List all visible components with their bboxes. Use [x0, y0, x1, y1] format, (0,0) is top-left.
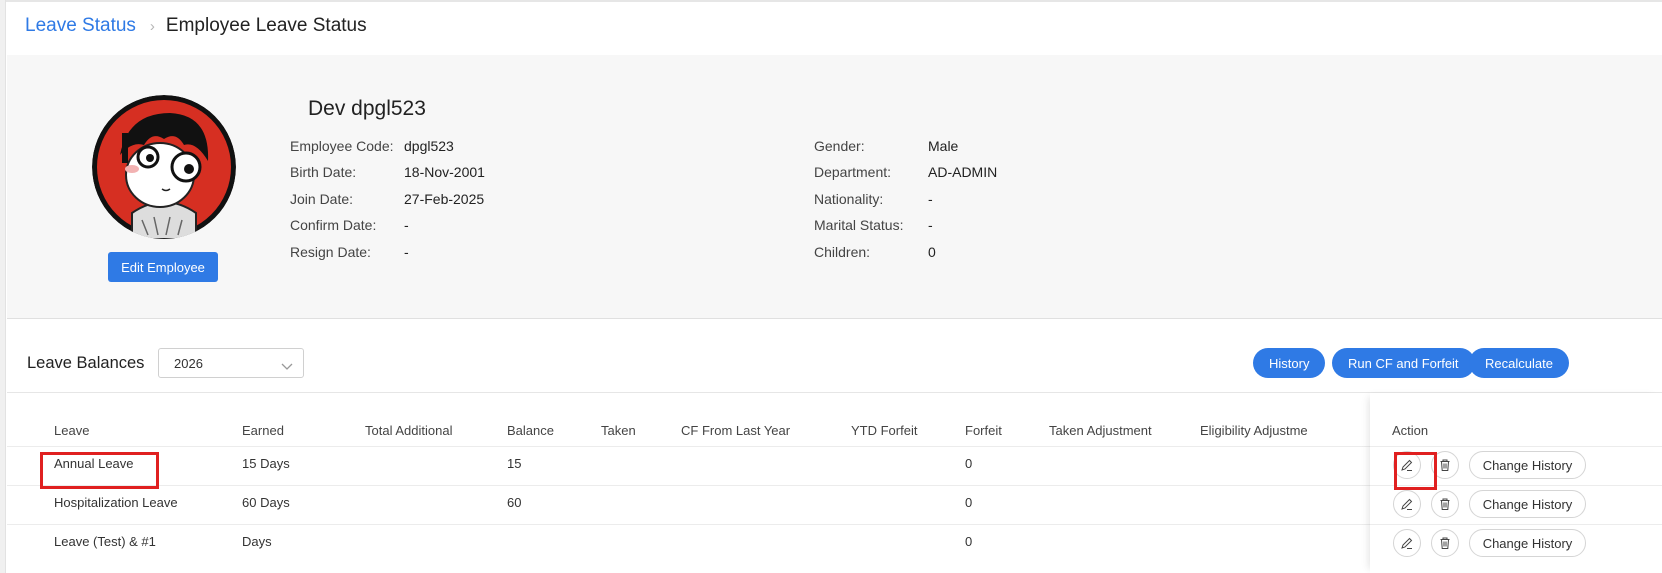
pencil-icon — [1401, 459, 1413, 471]
column-header-action: Action — [1392, 423, 1429, 438]
trash-icon — [1440, 459, 1450, 471]
employee-code-value: dpgl523 — [404, 138, 454, 154]
field-label: Children: — [814, 244, 871, 260]
children-value: 0 — [928, 244, 936, 260]
column-header-balance: Balance — [507, 423, 554, 438]
marital-status-value: - — [928, 217, 933, 233]
trash-icon — [1440, 498, 1450, 510]
employee-profile-panel: Edit Employee Dev dpgl523 Employee Code:… — [7, 55, 1662, 319]
forfeit-cell: 0 — [965, 495, 973, 510]
field-label: Confirm Date: — [290, 217, 377, 233]
field-label: Employee Code: — [290, 138, 394, 154]
change-history-button[interactable]: Change History — [1469, 529, 1586, 557]
breadcrumb-leave-status-link[interactable]: Leave Status — [25, 15, 136, 37]
field-label: Birth Date: — [290, 164, 357, 180]
breadcrumb: Leave Status › Employee Leave Status — [25, 14, 367, 38]
leave-name-cell: Annual Leave — [54, 456, 134, 471]
change-history-button[interactable]: Change History — [1469, 490, 1586, 518]
gender-value: Male — [928, 138, 959, 154]
pencil-icon — [1401, 537, 1413, 549]
action-column: Action Change History Change History Cha… — [1370, 393, 1662, 573]
edit-leave-button[interactable] — [1393, 490, 1421, 518]
employee-name: Dev dpgl523 — [308, 97, 426, 120]
leave-name-cell: Leave (Test) & #1 — [54, 534, 156, 549]
join-date-value: 27-Feb-2025 — [404, 191, 485, 207]
chevron-down-icon — [281, 358, 293, 376]
row-divider — [1370, 446, 1662, 447]
field-label: Gender: — [814, 138, 865, 154]
field-label: Nationality: — [814, 191, 884, 207]
window-top-edge — [0, 0, 1662, 2]
window-left-edge — [0, 0, 6, 573]
column-header-forfeit: Forfeit — [965, 423, 1002, 438]
earned-cell: 15 Days — [242, 456, 290, 471]
nationality-value: - — [928, 191, 933, 207]
edit-leave-button[interactable] — [1393, 451, 1421, 479]
earned-cell: 60 Days — [242, 495, 290, 510]
delete-leave-button[interactable] — [1431, 529, 1459, 557]
column-header-cf-from-last-year: CF From Last Year — [681, 423, 791, 438]
balance-cell: 15 — [507, 456, 522, 471]
avatar — [92, 95, 236, 239]
breadcrumb-separator: › — [149, 17, 155, 35]
balance-cell: 60 — [507, 495, 522, 510]
row-divider — [1370, 485, 1662, 486]
field-label: Marital Status: — [814, 217, 904, 233]
delete-leave-button[interactable] — [1431, 451, 1459, 479]
year-select-value: 2026 — [174, 356, 203, 371]
leave-name-cell: Hospitalization Leave — [54, 495, 178, 510]
column-header-taken: Taken — [601, 423, 636, 438]
row-divider — [1370, 524, 1662, 525]
field-label: Resign Date: — [290, 244, 371, 260]
resign-date-value: - — [404, 244, 409, 260]
birth-date-value: 18-Nov-2001 — [404, 164, 485, 180]
trash-icon — [1440, 537, 1450, 549]
run-cf-and-forfeit-button[interactable]: Run CF and Forfeit — [1332, 348, 1475, 378]
field-label: Department: — [814, 164, 892, 180]
column-header-eligibility-adjustment: Eligibility Adjustme — [1200, 423, 1308, 438]
edit-leave-button[interactable] — [1393, 529, 1421, 557]
page-title: Employee Leave Status — [165, 15, 367, 36]
column-header-earned: Earned — [242, 423, 284, 438]
forfeit-cell: 0 — [965, 534, 973, 549]
change-history-button[interactable]: Change History — [1469, 451, 1586, 479]
forfeit-cell: 0 — [965, 456, 973, 471]
column-header-total-additional: Total Additional — [365, 423, 453, 438]
department-value: AD-ADMIN — [928, 164, 998, 180]
delete-leave-button[interactable] — [1431, 490, 1459, 518]
earned-cell: Days — [242, 534, 272, 549]
confirm-date-value: - — [404, 217, 409, 233]
year-select[interactable]: 2026 — [158, 348, 304, 378]
leave-balances-section: Leave Balances 2026 History Run CF and F… — [7, 320, 1662, 573]
leave-balances-title: Leave Balances — [27, 354, 145, 372]
column-header-ytd-forfeit: YTD Forfeit — [851, 423, 918, 438]
field-label: Join Date: — [290, 191, 354, 207]
column-header-leave: Leave — [54, 423, 90, 438]
recalculate-button[interactable]: Recalculate — [1469, 348, 1569, 378]
pencil-icon — [1401, 498, 1413, 510]
column-header-taken-adjustment: Taken Adjustment — [1049, 423, 1152, 438]
history-button[interactable]: History — [1253, 348, 1326, 378]
edit-employee-button[interactable]: Edit Employee — [108, 252, 218, 282]
